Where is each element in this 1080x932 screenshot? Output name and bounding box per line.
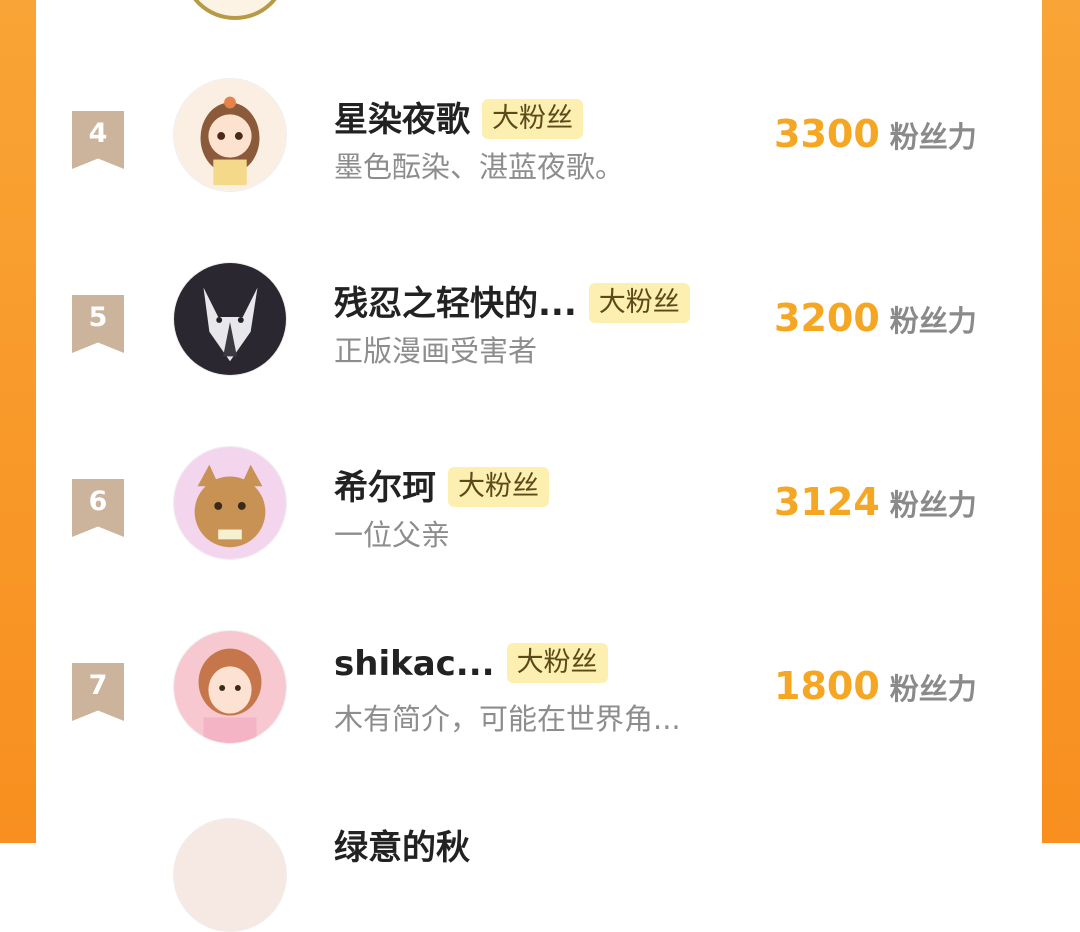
list-item[interactable]: 6 希尔珂 大粉丝 一位父亲 3124 粉丝力: [36, 446, 1042, 566]
fan-power: 3200 粉丝力: [774, 296, 977, 340]
user-name[interactable]: 星染夜歌 大粉丝: [334, 92, 583, 142]
user-name-text: shikac...: [334, 644, 495, 684]
rank-tag: 6: [72, 479, 124, 537]
rank-tag: 7: [72, 663, 124, 721]
user-name-text: 希尔珂: [334, 468, 436, 508]
left-orange-border: [0, 0, 36, 843]
fan-power-value: 3200: [774, 296, 880, 340]
avatar[interactable]: [173, 446, 287, 560]
right-orange-border: [1042, 0, 1080, 843]
fan-power: 3124 粉丝力: [774, 480, 977, 524]
fan-power-unit: 粉丝力: [889, 488, 977, 522]
avatar[interactable]: [173, 78, 287, 192]
user-bio: 正版漫画受害者: [334, 334, 538, 368]
rank-tag: 5: [72, 295, 124, 353]
user-bio: 木有简介，可能在世界角...: [334, 702, 681, 736]
avatar-rank-8-partial[interactable]: [173, 818, 287, 932]
list-item[interactable]: 4 星染夜歌 大粉丝 墨色酝染、湛蓝夜歌。 3300 粉丝力: [36, 78, 1042, 198]
list-item[interactable]: 7 shikac... 大粉丝 木有简介，可能在世界角... 1800 粉丝力: [36, 630, 1042, 750]
user-bio: 一位父亲: [334, 518, 451, 552]
avatar-rank-3-partial[interactable]: [183, 0, 287, 20]
big-fan-badge: 大粉丝: [448, 466, 549, 507]
list-item[interactable]: 5 残忍之轻快的... 大粉丝 正版漫画受害者 3200 粉丝力: [36, 262, 1042, 382]
rank-tag: 4: [72, 111, 124, 169]
fan-ranking-list: 4 星染夜歌 大粉丝 墨色酝染、湛蓝夜歌。 3300 粉丝力 5 残忍之轻快的.…: [36, 0, 1042, 932]
user-name[interactable]: 残忍之轻快的... 大粉丝: [334, 276, 690, 326]
fan-power-value: 3124: [774, 480, 880, 524]
fan-power-unit: 粉丝力: [889, 304, 977, 338]
big-fan-badge: 大粉丝: [588, 282, 690, 323]
user-name[interactable]: shikac... 大粉丝: [334, 642, 608, 686]
fan-power-unit: 粉丝力: [889, 672, 977, 706]
fan-power-value: 3300: [774, 112, 880, 156]
big-fan-badge: 大粉丝: [506, 642, 608, 683]
big-fan-badge: 大粉丝: [482, 98, 583, 139]
user-name-text: 残忍之轻快的...: [334, 284, 577, 324]
fan-power-unit: 粉丝力: [889, 120, 977, 154]
user-bio: 墨色酝染、湛蓝夜歌。: [334, 150, 625, 184]
avatar[interactable]: [173, 630, 287, 744]
fan-power: 3300 粉丝力: [774, 112, 977, 156]
user-name-partial[interactable]: 绿意的秋: [334, 820, 470, 869]
avatar[interactable]: [173, 262, 287, 376]
user-name[interactable]: 希尔珂 大粉丝: [334, 460, 549, 510]
fan-power-value: 1800: [774, 664, 880, 708]
fan-power: 1800 粉丝力: [774, 664, 977, 708]
user-name-text: 星染夜歌: [334, 100, 470, 140]
